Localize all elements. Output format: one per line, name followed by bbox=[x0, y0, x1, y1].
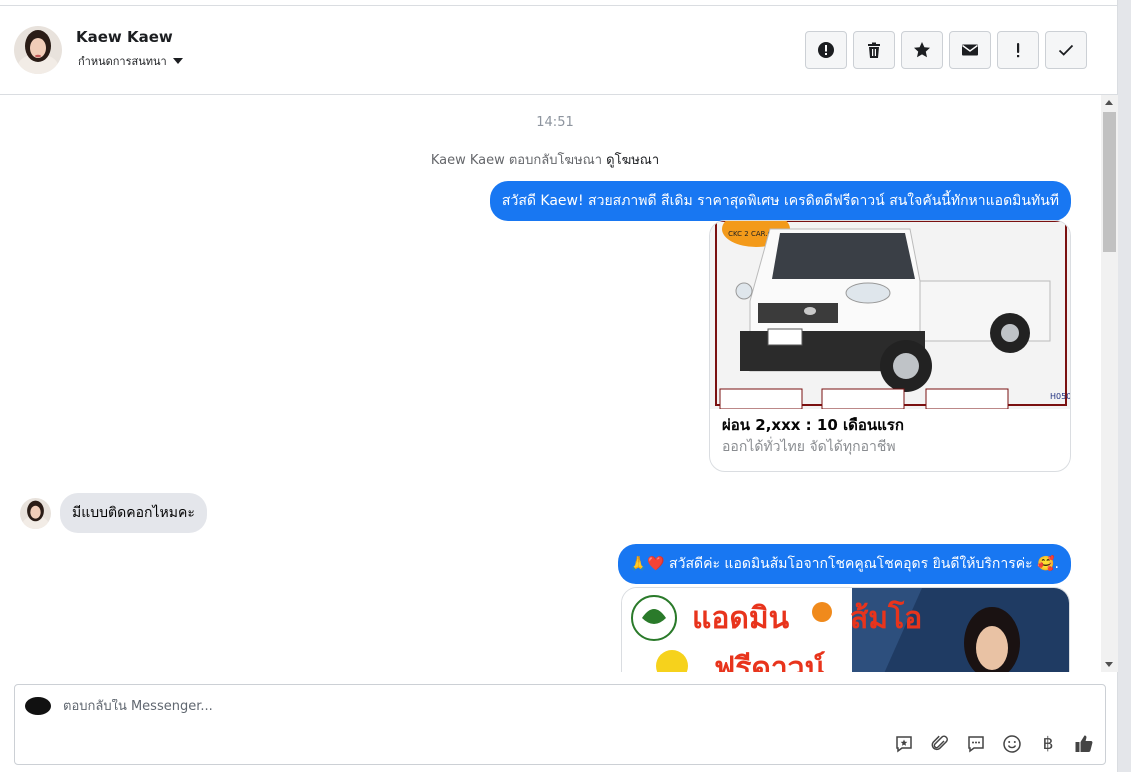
car-photo: CKC 2 CAR.COM H050 bbox=[710, 221, 1071, 409]
contact-avatar[interactable] bbox=[14, 26, 62, 74]
conversation-settings-label: กำหนดการสนทนา bbox=[78, 55, 167, 68]
ad-card[interactable]: CKC 2 CAR.COM H050 ผ่อน 2,xxx : 10 เดือน… bbox=[709, 220, 1071, 472]
reply-input[interactable] bbox=[63, 699, 863, 714]
card-title: ผ่อน 2,xxx : 10 เดือนแรก bbox=[722, 416, 904, 434]
thumbs-up-icon bbox=[1075, 735, 1093, 752]
message-composer: ฿ bbox=[14, 684, 1106, 765]
promo-headline-name: ส้มโอ bbox=[850, 599, 922, 636]
exclamation-icon bbox=[1017, 43, 1020, 58]
promo-headline-freedown: ฟรีดาวน์ bbox=[714, 651, 826, 672]
caret-down-icon bbox=[172, 58, 183, 64]
envelope-icon bbox=[962, 44, 978, 56]
like-button[interactable] bbox=[1073, 733, 1095, 755]
outgoing-message[interactable]: สวัสดี Kaew! สวยสภาพดี สีเดิม ราคาสุดพิเ… bbox=[489, 181, 1071, 221]
stock-code-text: H050 bbox=[1050, 392, 1071, 401]
ad-reply-note: Kaew Kaew ตอบกลับโฆษณา ดูโฆษณา bbox=[0, 149, 1090, 170]
star-button[interactable] bbox=[901, 31, 943, 69]
saved-reply-button[interactable] bbox=[893, 733, 915, 755]
emoji-icon bbox=[1003, 735, 1021, 753]
spam-button[interactable] bbox=[805, 31, 847, 69]
alert-circle-icon bbox=[818, 42, 834, 58]
incoming-message-row: มีแบบติดคอกไหมคะ bbox=[20, 493, 207, 533]
card-subtitle: ออกได้ทั่วไทย จัดได้ทุกอาชีพ bbox=[722, 439, 896, 455]
conversation-header: Kaew Kaew กำหนดการสนทนา bbox=[0, 6, 1118, 95]
trash-icon bbox=[868, 42, 880, 58]
contact-name: Kaew Kaew bbox=[76, 28, 173, 46]
right-gutter bbox=[1118, 0, 1131, 772]
view-ad-link[interactable]: ดูโฆษณา bbox=[606, 153, 659, 168]
done-button[interactable] bbox=[1045, 31, 1087, 69]
attach-button[interactable] bbox=[929, 733, 951, 755]
check-icon bbox=[1058, 44, 1074, 56]
incoming-message[interactable]: มีแบบติดคอกไหมคะ bbox=[60, 493, 207, 533]
delete-button[interactable] bbox=[853, 31, 895, 69]
composer-tools: ฿ bbox=[893, 733, 1095, 755]
attachment-icon bbox=[931, 735, 948, 751]
header-actions bbox=[805, 31, 1087, 69]
conversation-settings-dropdown[interactable]: กำหนดการสนทนา bbox=[78, 52, 183, 70]
saved-reply-icon bbox=[896, 736, 912, 753]
promo-image[interactable]: แอดมิน ส้มโอ ฟรีดาวน์ bbox=[621, 587, 1070, 672]
page-avatar bbox=[25, 697, 51, 715]
scroll-up-icon[interactable] bbox=[1105, 100, 1113, 105]
mark-unread-button[interactable] bbox=[949, 31, 991, 69]
ad-reply-text: Kaew Kaew ตอบกลับโฆษณา bbox=[430, 153, 603, 168]
message-thread[interactable]: 14:51 Kaew Kaew ตอบกลับโฆษณา ดูโฆษณา สวั… bbox=[0, 95, 1118, 672]
outgoing-message[interactable]: 🙏❤️ สวัสดีค่ะ แอดมินส้มโอจากโชคคูณโชคอุด… bbox=[617, 544, 1071, 584]
thread-scrollbar[interactable] bbox=[1101, 95, 1118, 672]
baht-icon[interactable]: ฿ bbox=[1037, 733, 1059, 755]
timestamp: 14:51 bbox=[536, 115, 574, 130]
scroll-thumb[interactable] bbox=[1103, 112, 1116, 252]
star-icon bbox=[914, 42, 930, 58]
scroll-down-icon[interactable] bbox=[1105, 662, 1113, 667]
admin-promo-graphic: แอดมิน ส้มโอ ฟรีดาวน์ bbox=[622, 588, 1069, 672]
contact-avatar-small[interactable] bbox=[20, 497, 51, 529]
follow-up-button[interactable] bbox=[997, 31, 1039, 69]
quick-reply-button[interactable] bbox=[965, 733, 987, 755]
emoji-button[interactable] bbox=[1001, 733, 1023, 755]
promo-headline-admin: แอดมิน bbox=[692, 601, 790, 636]
chat-bubble-icon bbox=[968, 736, 984, 753]
